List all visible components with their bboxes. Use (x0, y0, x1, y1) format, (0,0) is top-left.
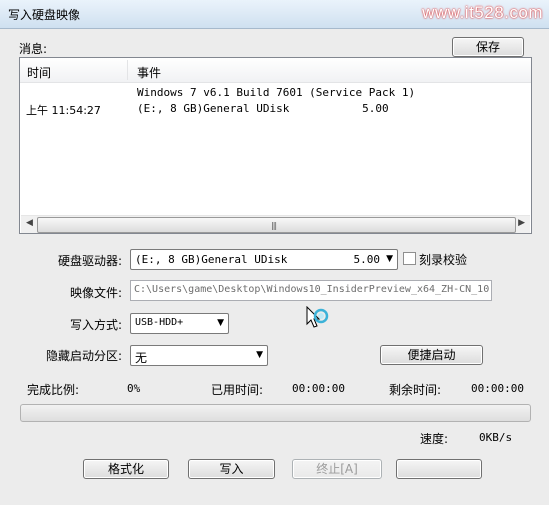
elapsed-label: 已用时间: (211, 383, 264, 397)
verify-checkbox[interactable] (403, 252, 416, 265)
scrollbar-thumb[interactable]: ||| (37, 217, 516, 233)
grip-icon: ||| (271, 221, 277, 230)
busy-cursor-icon (306, 306, 329, 328)
drive-select-value: (E:, 8 GB)General UDisk 5.00 (135, 253, 381, 266)
scroll-left-icon[interactable]: ◀ (26, 218, 33, 228)
write-button[interactable]: 写入 (188, 459, 275, 479)
message-log[interactable]: 时间 事件 Windows 7 v6.1 Build 7601 (Service… (19, 57, 532, 234)
horizontal-scrollbar[interactable]: ◀ ||| ▶ (21, 215, 530, 233)
column-divider[interactable] (127, 60, 128, 80)
hidden-partition-label: 隐藏启动分区: (46, 349, 123, 363)
image-file-label: 映像文件: (70, 286, 123, 300)
elapsed-value: 00:00:00 (292, 382, 345, 395)
save-button[interactable]: 保存 (452, 37, 524, 57)
log-header: 时间 事件 (20, 58, 531, 83)
title-bar: 写入硬盘映像 www.it528.com (0, 0, 549, 29)
remaining-value: 00:00:00 (471, 382, 524, 395)
scroll-right-icon[interactable]: ▶ (518, 218, 525, 228)
write-mode-select[interactable]: USB-HDD+ ▼ (130, 313, 229, 334)
column-header-time[interactable]: 时间 (27, 64, 51, 81)
chevron-down-icon: ▼ (386, 254, 393, 264)
chevron-down-icon: ▼ (256, 350, 263, 360)
hidden-partition-select[interactable]: 无 ▼ (130, 345, 268, 366)
drive-label: 硬盘驱动器: (58, 254, 123, 268)
complete-value: 0% (127, 382, 141, 395)
progress-bar (20, 404, 531, 422)
speed-value: 0KB/s (479, 431, 513, 444)
log-row-time: 上午 11:54:27 (26, 104, 101, 117)
format-button[interactable]: 格式化 (83, 459, 169, 479)
drive-select[interactable]: (E:, 8 GB)General UDisk 5.00 ▼ (130, 249, 398, 270)
remaining-label: 剩余时间: (389, 383, 442, 397)
image-file-path: C:\Users\game\Desktop\Windows10_InsiderP… (134, 284, 490, 295)
messages-label: 消息: (19, 42, 48, 56)
column-header-event[interactable]: 事件 (137, 64, 161, 81)
back-button[interactable] (396, 459, 482, 479)
abort-button[interactable]: 终止[A] (292, 459, 382, 479)
complete-label: 完成比例: (27, 383, 80, 397)
chevron-down-icon: ▼ (217, 318, 224, 328)
watermark-logo: www.it528.com (422, 3, 543, 22)
hidden-partition-value: 无 (135, 351, 148, 365)
log-row-event: Windows 7 v6.1 Build 7601 (Service Pack … (137, 86, 416, 99)
log-row-event: (E:, 8 GB)General UDisk 5.00 (137, 102, 389, 115)
quick-boot-button[interactable]: 便捷启动 (380, 345, 483, 365)
verify-label[interactable]: 刻录校验 (419, 251, 467, 268)
write-mode-value: USB-HDD+ (135, 317, 184, 328)
image-file-field[interactable]: C:\Users\game\Desktop\Windows10_InsiderP… (130, 280, 492, 301)
window-title: 写入硬盘映像 (8, 8, 81, 22)
write-mode-label: 写入方式: (70, 318, 123, 332)
speed-label: 速度: (420, 432, 449, 446)
